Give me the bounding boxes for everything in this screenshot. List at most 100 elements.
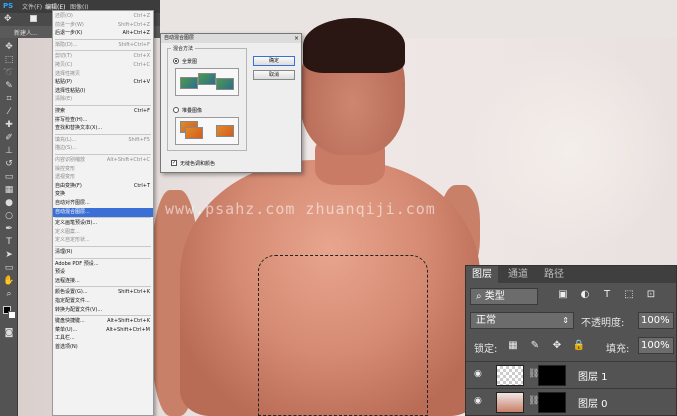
stack-images-label: 堆叠图像: [182, 108, 203, 114]
dodge-tool-icon[interactable]: ○: [3, 211, 15, 222]
panorama-thumb-1: [180, 77, 198, 89]
close-icon[interactable]: ×: [294, 34, 299, 43]
type-filter-icon[interactable]: T: [600, 288, 614, 302]
stack-thumb-2: [185, 127, 203, 139]
dialog-title: 自动混合图层: [164, 35, 195, 41]
move-tool-icon[interactable]: ✥: [3, 42, 15, 53]
tab-channels[interactable]: 通道: [502, 266, 534, 283]
layer-mask-thumbnail[interactable]: [538, 392, 566, 413]
ok-button[interactable]: 确定: [253, 56, 295, 66]
gradient-tool-icon[interactable]: ▦: [3, 185, 15, 196]
auto-select-checkbox[interactable]: [30, 15, 37, 22]
fill-label: 填充:: [606, 344, 630, 355]
blend-mode-select[interactable]: 正常 ⇕: [470, 312, 574, 329]
stamp-tool-icon[interactable]: ⊥: [3, 146, 15, 157]
panorama-thumb-3: [216, 78, 234, 90]
layer-row-0[interactable]: ◉ ⛓ 图层 0: [466, 388, 676, 415]
filter-kind-select[interactable]: ⌕ 类型: [470, 288, 538, 305]
edit-menu-dropdown: 还原(O) Ctrl+Z 前进一步(W) Shift+Ctrl+Z 后退一步(K) Alt…: [52, 10, 154, 416]
panorama-thumb-2: [198, 73, 216, 85]
layer-name[interactable]: 图层 1: [578, 368, 608, 383]
edit-menu-item[interactable]: 首选项(N): [53, 343, 153, 352]
lock-transparent-icon[interactable]: ▦: [506, 339, 520, 353]
shape-tool-icon[interactable]: ▭: [3, 263, 15, 274]
lasso-tool-icon[interactable]: ➰: [3, 68, 15, 79]
healing-tool-icon[interactable]: ✚: [3, 120, 15, 131]
background-color-swatch[interactable]: [8, 311, 16, 319]
edit-menu-item[interactable]: 查找和替换文本(X)...: [53, 124, 153, 133]
stack-thumb-3: [216, 125, 234, 137]
edit-menu-item[interactable]: 清理(R): [53, 248, 153, 257]
opacity-label: 不透明度:: [581, 318, 625, 329]
cancel-button[interactable]: 取消: [253, 70, 295, 80]
shape-filter-icon[interactable]: ⬚: [622, 288, 636, 302]
watermark: www.psahz.com zhuanqiji.com: [165, 200, 436, 218]
layer-mask-thumbnail[interactable]: [538, 365, 566, 386]
layer-thumbnail: [496, 392, 524, 413]
fill-input[interactable]: 100%: [638, 337, 674, 354]
menu-item-label: 首选项(N): [55, 344, 78, 350]
zoom-tool-icon[interactable]: ⌕: [3, 289, 15, 300]
edit-menu-item[interactable]: 自动混合图层...: [53, 207, 153, 217]
type-tool-icon[interactable]: T: [3, 237, 15, 248]
hand-tool-icon[interactable]: ✋: [3, 276, 15, 287]
eyedropper-tool-icon[interactable]: ⁄: [3, 107, 15, 118]
visibility-eye-icon[interactable]: ◉: [474, 396, 482, 406]
stack-images-radio[interactable]: [173, 107, 179, 113]
move-icon[interactable]: ✥: [4, 14, 12, 24]
edit-menu-item[interactable]: 远程连接...: [53, 277, 153, 286]
dialog-title-bar: 自动混合图层 ×: [161, 34, 301, 43]
menu-separator: [55, 50, 151, 52]
path-select-tool-icon[interactable]: ➤: [3, 250, 15, 261]
edit-menu-item[interactable]: 后退一步(K) Alt+Ctrl+Z: [53, 29, 153, 38]
menu-item-label: 渐隐(D)...: [55, 41, 78, 48]
pen-tool-icon[interactable]: ✒: [3, 224, 15, 235]
brush-tool-icon[interactable]: ✐: [3, 133, 15, 144]
blur-tool-icon[interactable]: ●: [3, 198, 15, 209]
edit-menu-item[interactable]: 转换为配置文件(V)...: [53, 306, 153, 315]
menu-item-shortcut: Alt+Ctrl+Z: [122, 30, 150, 37]
auto-blend-dialog: 自动混合图层 × 混合方法 全景图 堆叠图像 ✓ 无缝色调和颜色 确定 取消: [160, 33, 302, 173]
edit-menu-item: 渐隐(D)... Shift+Ctrl+F: [53, 41, 153, 50]
background-light: [470, 40, 670, 260]
tab-paths[interactable]: 路径: [538, 266, 570, 283]
search-icon: ⌕: [476, 291, 485, 302]
marquee-tool-icon[interactable]: ⬚: [3, 55, 15, 66]
visibility-eye-icon[interactable]: ◉: [474, 369, 482, 379]
smart-object-filter-icon[interactable]: ⊡: [644, 288, 658, 302]
menu-separator: [55, 257, 151, 259]
quick-mask-icon[interactable]: ◙: [3, 328, 15, 339]
layer-row-1[interactable]: ◉ ⛓ 图层 1: [466, 361, 676, 388]
lock-position-icon[interactable]: ✥: [550, 339, 564, 353]
eraser-tool-icon[interactable]: ▭: [3, 172, 15, 183]
document-tab[interactable]: 新建人...: [14, 28, 38, 37]
selection-marquee[interactable]: [258, 255, 428, 416]
edit-menu-item: 描边(S)...: [53, 144, 153, 153]
panorama-label: 全景图: [182, 59, 198, 65]
seamless-tones-checkbox[interactable]: ✓: [171, 160, 177, 166]
lock-all-icon[interactable]: 🔒: [572, 339, 586, 353]
lock-pixels-icon[interactable]: ✎: [528, 339, 542, 353]
menu-item-label: 转换为配置文件(V)...: [55, 306, 103, 313]
layer-thumbnail: [496, 365, 524, 386]
menu-item-label: 描边(S)...: [55, 145, 77, 152]
lock-label: 锁定:: [474, 344, 498, 355]
menu-item-label: 后退一步(K): [55, 30, 83, 37]
panorama-preview: [175, 68, 239, 96]
blend-opacity-row: 正常 ⇕ 不透明度: 100%: [466, 309, 676, 331]
edit-menu-item: 清除(E): [53, 95, 153, 104]
menu-separator: [55, 315, 151, 317]
tab-layers[interactable]: 图层: [466, 266, 498, 283]
adjustment-filter-icon[interactable]: ◐: [578, 288, 592, 302]
history-brush-tool-icon[interactable]: ↺: [3, 159, 15, 170]
menu-item-label: 远程连接...: [55, 277, 80, 284]
opacity-input[interactable]: 100%: [638, 312, 674, 329]
layer-name[interactable]: 图层 0: [578, 395, 608, 410]
quick-select-tool-icon[interactable]: ✎: [3, 81, 15, 92]
image-filter-icon[interactable]: ▣: [556, 288, 570, 302]
menu-file[interactable]: 文件(F): [22, 2, 42, 11]
stack-preview: [175, 117, 239, 145]
panorama-radio[interactable]: [173, 58, 179, 64]
edit-menu-item: 定义自定形状...: [53, 236, 153, 245]
crop-tool-icon[interactable]: ⌗: [3, 94, 15, 105]
